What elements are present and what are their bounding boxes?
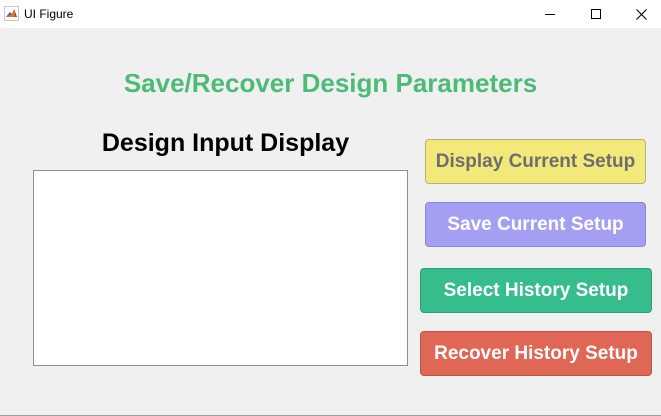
display-current-setup-button[interactable]: Display Current Setup <box>425 139 646 184</box>
minimize-icon <box>545 14 555 15</box>
design-input-display-area[interactable] <box>33 170 408 366</box>
maximize-icon <box>591 9 601 19</box>
window-title: UI Figure <box>24 7 74 21</box>
design-input-display-label: Design Input Display <box>101 129 350 157</box>
select-history-setup-button[interactable]: Select History Setup <box>420 268 652 313</box>
close-icon <box>635 8 647 20</box>
title-bar[interactable]: UI Figure <box>0 0 661 28</box>
minimize-button[interactable] <box>527 0 573 28</box>
close-button[interactable] <box>618 0 661 28</box>
save-current-setup-button[interactable]: Save Current Setup <box>425 202 646 247</box>
maximize-button[interactable] <box>573 0 619 28</box>
ui-figure-window: UI Figure Save/Recover Design Parameters… <box>0 0 661 416</box>
matlab-icon <box>4 6 19 21</box>
page-title: Save/Recover Design Parameters <box>123 68 538 98</box>
recover-history-setup-button[interactable]: Recover History Setup <box>420 331 652 376</box>
